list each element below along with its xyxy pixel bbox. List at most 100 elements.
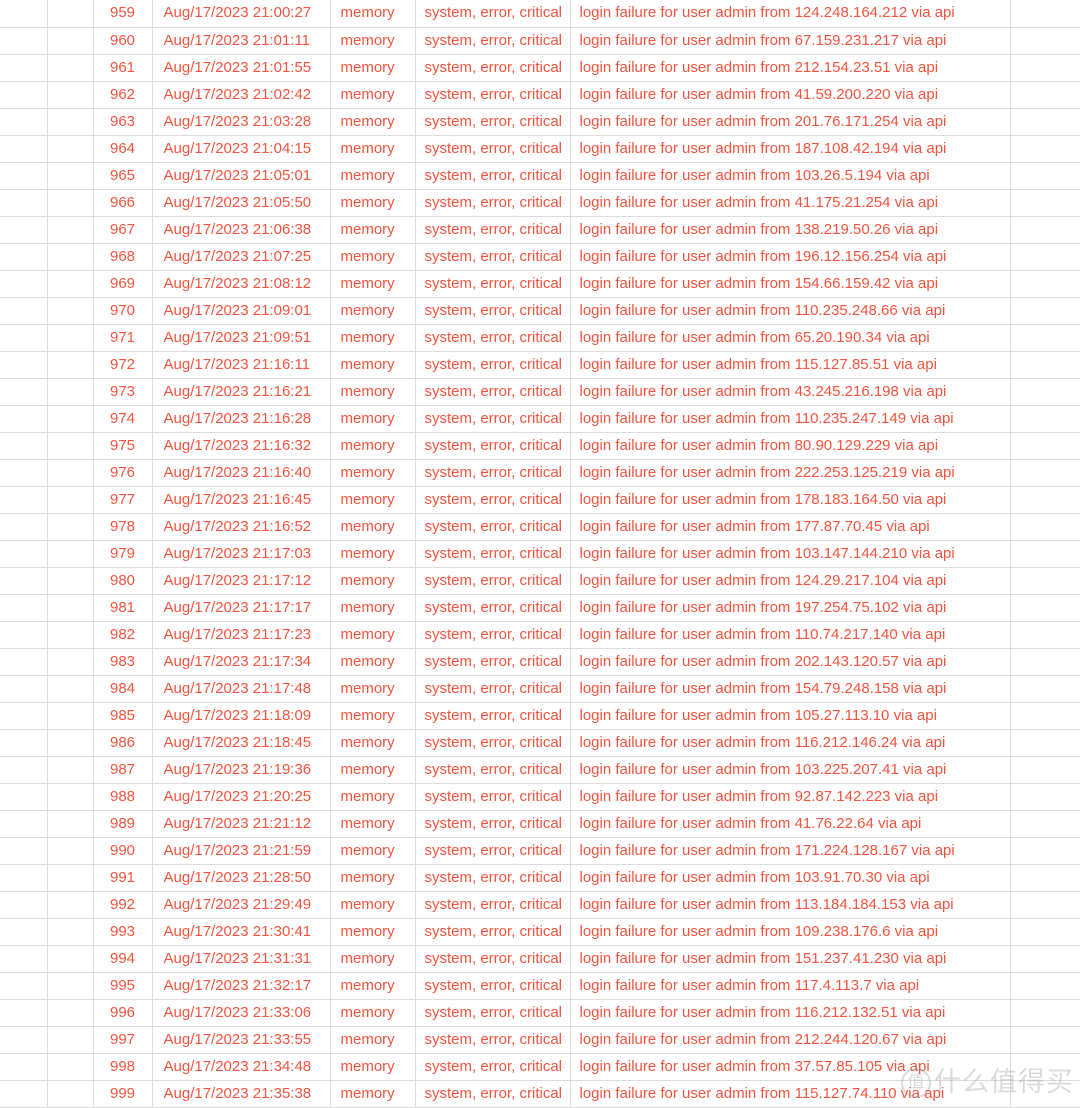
cell-message: login failure for user admin from 177.87… — [570, 513, 1011, 541]
table-row[interactable]: 981 Aug/17/2023 21:17:17 memory system, err… — [0, 594, 1080, 622]
table-row[interactable]: 973 Aug/17/2023 21:16:21 memory system, err… — [0, 378, 1080, 406]
cell-timestamp: Aug/17/2023 21:16:45 — [152, 486, 331, 514]
row-blank-cell-left-2 — [47, 1080, 94, 1108]
row-blank-cell-right — [1010, 0, 1080, 28]
row-blank-cell-left-2 — [47, 297, 94, 325]
table-row[interactable]: 982 Aug/17/2023 21:17:23 memory system, err… — [0, 621, 1080, 649]
row-blank-cell-left-1 — [0, 702, 48, 730]
table-row[interactable]: 997 Aug/17/2023 21:33:55 memory system, err… — [0, 1026, 1080, 1054]
cell-timestamp: Aug/17/2023 21:34:48 — [152, 1053, 331, 1081]
table-row[interactable]: 959 Aug/17/2023 21:00:27 memory system, err… — [0, 0, 1080, 28]
row-blank-cell-left-1 — [0, 1080, 48, 1108]
table-row[interactable]: 989 Aug/17/2023 21:21:12 memory system, err… — [0, 810, 1080, 838]
table-row[interactable]: 988 Aug/17/2023 21:20:25 memory system, err… — [0, 783, 1080, 811]
table-row[interactable]: 964 Aug/17/2023 21:04:15 memory system, err… — [0, 135, 1080, 163]
table-row[interactable]: 961 Aug/17/2023 21:01:55 memory system, err… — [0, 54, 1080, 82]
table-row[interactable]: 972 Aug/17/2023 21:16:11 memory system, err… — [0, 351, 1080, 379]
cell-id: 976 — [93, 459, 153, 487]
table-row[interactable]: 990 Aug/17/2023 21:21:59 memory system, err… — [0, 837, 1080, 865]
cell-timestamp: Aug/17/2023 21:09:51 — [152, 324, 331, 352]
table-row[interactable]: 998 Aug/17/2023 21:34:48 memory system, err… — [0, 1053, 1080, 1081]
table-row[interactable]: 971 Aug/17/2023 21:09:51 memory system, err… — [0, 324, 1080, 352]
table-row[interactable]: 965 Aug/17/2023 21:05:01 memory system, err… — [0, 162, 1080, 190]
cell-buffer: memory — [330, 162, 416, 190]
row-blank-cell-right — [1010, 459, 1080, 487]
cell-timestamp: Aug/17/2023 21:02:42 — [152, 81, 331, 109]
cell-buffer: memory — [330, 486, 416, 514]
cell-id: 967 — [93, 216, 153, 244]
row-blank-cell-right — [1010, 756, 1080, 784]
row-blank-cell-left-1 — [0, 999, 48, 1027]
cell-timestamp: Aug/17/2023 21:18:09 — [152, 702, 331, 730]
cell-message: login failure for user admin from 138.21… — [570, 216, 1011, 244]
cell-message: login failure for user admin from 41.76.… — [570, 810, 1011, 838]
cell-message: login failure for user admin from 187.10… — [570, 135, 1011, 163]
table-row[interactable]: 987 Aug/17/2023 21:19:36 memory system, err… — [0, 756, 1080, 784]
table-row[interactable]: 983 Aug/17/2023 21:17:34 memory system, err… — [0, 648, 1080, 676]
table-row[interactable]: 968 Aug/17/2023 21:07:25 memory system, err… — [0, 243, 1080, 271]
cell-topics: system, error, critical — [415, 54, 571, 82]
table-row[interactable]: 977 Aug/17/2023 21:16:45 memory system, err… — [0, 486, 1080, 514]
table-row[interactable]: 986 Aug/17/2023 21:18:45 memory system, err… — [0, 729, 1080, 757]
row-blank-cell-right — [1010, 1053, 1080, 1081]
row-blank-cell-left-1 — [0, 648, 48, 676]
row-blank-cell-right — [1010, 891, 1080, 919]
table-row[interactable]: 984 Aug/17/2023 21:17:48 memory system, err… — [0, 675, 1080, 703]
table-row[interactable]: 993 Aug/17/2023 21:30:41 memory system, err… — [0, 918, 1080, 946]
table-row[interactable]: 960 Aug/17/2023 21:01:11 memory system, err… — [0, 27, 1080, 55]
cell-message: login failure for user admin from 154.66… — [570, 270, 1011, 298]
cell-buffer: memory — [330, 729, 416, 757]
table-row[interactable]: 995 Aug/17/2023 21:32:17 memory system, err… — [0, 972, 1080, 1000]
cell-id: 985 — [93, 702, 153, 730]
cell-topics: system, error, critical — [415, 567, 571, 595]
cell-topics: system, error, critical — [415, 891, 571, 919]
cell-buffer: memory — [330, 351, 416, 379]
cell-id: 961 — [93, 54, 153, 82]
cell-message: login failure for user admin from 117.4.… — [570, 972, 1011, 1000]
cell-timestamp: Aug/17/2023 21:09:01 — [152, 297, 331, 325]
cell-topics: system, error, critical — [415, 81, 571, 109]
row-blank-cell-left-2 — [47, 27, 94, 55]
cell-buffer: memory — [330, 675, 416, 703]
cell-id: 972 — [93, 351, 153, 379]
cell-message: login failure for user admin from 41.59.… — [570, 81, 1011, 109]
row-blank-cell-left-2 — [47, 513, 94, 541]
cell-buffer: memory — [330, 594, 416, 622]
table-row[interactable]: 980 Aug/17/2023 21:17:12 memory system, err… — [0, 567, 1080, 595]
row-blank-cell-left-1 — [0, 540, 48, 568]
row-blank-cell-right — [1010, 189, 1080, 217]
row-blank-cell-right — [1010, 1026, 1080, 1054]
cell-message: login failure for user admin from 80.90.… — [570, 432, 1011, 460]
table-row[interactable]: 978 Aug/17/2023 21:16:52 memory system, err… — [0, 513, 1080, 541]
table-row[interactable]: 963 Aug/17/2023 21:03:28 memory system, err… — [0, 108, 1080, 136]
table-row[interactable]: 979 Aug/17/2023 21:17:03 memory system, err… — [0, 540, 1080, 568]
cell-timestamp: Aug/17/2023 21:18:45 — [152, 729, 331, 757]
cell-id: 983 — [93, 648, 153, 676]
table-row[interactable]: 985 Aug/17/2023 21:18:09 memory system, err… — [0, 702, 1080, 730]
table-row[interactable]: 976 Aug/17/2023 21:16:40 memory system, err… — [0, 459, 1080, 487]
row-blank-cell-left-1 — [0, 756, 48, 784]
table-row[interactable]: 969 Aug/17/2023 21:08:12 memory system, err… — [0, 270, 1080, 298]
table-row[interactable]: 966 Aug/17/2023 21:05:50 memory system, err… — [0, 189, 1080, 217]
cell-buffer: memory — [330, 405, 416, 433]
cell-message: login failure for user admin from 41.175… — [570, 189, 1011, 217]
row-blank-cell-left-2 — [47, 837, 94, 865]
table-row[interactable]: 975 Aug/17/2023 21:16:32 memory system, err… — [0, 432, 1080, 460]
row-blank-cell-right — [1010, 324, 1080, 352]
table-row[interactable]: 962 Aug/17/2023 21:02:42 memory system, err… — [0, 81, 1080, 109]
cell-id: 990 — [93, 837, 153, 865]
row-blank-cell-left-2 — [47, 810, 94, 838]
table-row[interactable]: 999 Aug/17/2023 21:35:38 memory system, err… — [0, 1080, 1080, 1108]
table-row[interactable]: 970 Aug/17/2023 21:09:01 memory system, err… — [0, 297, 1080, 325]
table-row[interactable]: 992 Aug/17/2023 21:29:49 memory system, err… — [0, 891, 1080, 919]
table-row[interactable]: 994 Aug/17/2023 21:31:31 memory system, err… — [0, 945, 1080, 973]
table-row[interactable]: 991 Aug/17/2023 21:28:50 memory system, err… — [0, 864, 1080, 892]
cell-message: login failure for user admin from 124.29… — [570, 567, 1011, 595]
cell-topics: system, error, critical — [415, 864, 571, 892]
cell-topics: system, error, critical — [415, 810, 571, 838]
cell-id: 989 — [93, 810, 153, 838]
table-row[interactable]: 967 Aug/17/2023 21:06:38 memory system, err… — [0, 216, 1080, 244]
table-row[interactable]: 996 Aug/17/2023 21:33:06 memory system, err… — [0, 999, 1080, 1027]
table-row[interactable]: 974 Aug/17/2023 21:16:28 memory system, err… — [0, 405, 1080, 433]
cell-topics: system, error, critical — [415, 1026, 571, 1054]
